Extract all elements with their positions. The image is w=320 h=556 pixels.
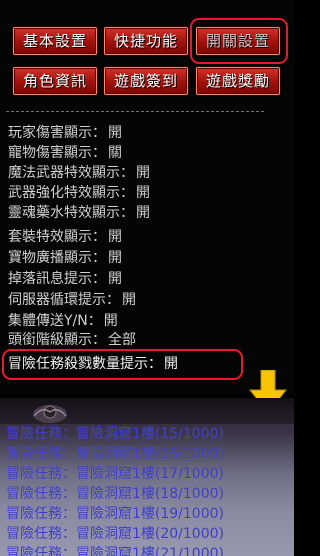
quest-log-panel: 冒險任務：冒險洞窟1樓(15/1000) 冒險任務：冒險洞窟1樓(16/1000… bbox=[0, 398, 294, 556]
log-line: 冒險任務：冒險洞窟1樓(19/1000) bbox=[6, 506, 224, 522]
active-tab-highlight bbox=[190, 18, 288, 64]
option-server-loop-notice[interactable]: 伺服器循環提示：開 bbox=[8, 291, 136, 310]
option-highlight-box bbox=[2, 349, 243, 380]
settings-panel: 基本設置 快捷功能 開關設置 角色資訊 遊戲簽到 遊戲獎勵 玩家傷害顯示：開 寵… bbox=[0, 0, 294, 394]
log-line: 冒險任務：冒險洞窟1樓(16/1000) bbox=[6, 446, 224, 462]
option-pet-damage[interactable]: 寵物傷害顯示：關 bbox=[8, 144, 122, 163]
log-line: 冒險任務：冒險洞窟1樓(18/1000) bbox=[6, 486, 224, 502]
option-drop-message[interactable]: 掉落訊息提示：開 bbox=[8, 270, 122, 289]
option-magic-weapon-effect[interactable]: 魔法武器特效顯示：開 bbox=[8, 164, 150, 183]
option-weapon-enchant-effect[interactable]: 武器強化特效顯示：開 bbox=[8, 184, 150, 203]
game-rewards-button[interactable]: 遊戲獎勵 bbox=[196, 67, 280, 95]
log-line: 冒險任務：冒險洞窟1樓(17/1000) bbox=[6, 466, 224, 482]
option-soul-potion-effect[interactable]: 靈魂藥水特效顯示：開 bbox=[8, 204, 150, 223]
ornament-icon bbox=[33, 405, 67, 423]
option-player-damage[interactable]: 玩家傷害顯示：開 bbox=[8, 124, 122, 143]
divider bbox=[6, 111, 264, 112]
quick-functions-button[interactable]: 快捷功能 bbox=[104, 27, 188, 55]
option-title-rank[interactable]: 頭銜階級顯示： 全部 bbox=[8, 331, 136, 350]
log-line: 冒險任務：冒險洞窟1樓(15/1000) bbox=[6, 426, 224, 442]
option-mass-teleport[interactable]: 集體傳送Y/N：開 bbox=[8, 312, 118, 331]
game-checkin-button[interactable]: 遊戲簽到 bbox=[104, 67, 188, 95]
log-line: 冒險任務：冒險洞窟1樓(20/1000) bbox=[6, 526, 224, 542]
option-set-effect[interactable]: 套裝特效顯示：開 bbox=[8, 228, 122, 247]
log-line: 冒險任務：冒險洞窟1樓(21/1000) bbox=[6, 546, 224, 556]
character-info-button[interactable]: 角色資訊 bbox=[13, 67, 97, 95]
option-treasure-broadcast[interactable]: 寶物廣播顯示：開 bbox=[8, 249, 122, 268]
basic-settings-button[interactable]: 基本設置 bbox=[13, 27, 97, 55]
